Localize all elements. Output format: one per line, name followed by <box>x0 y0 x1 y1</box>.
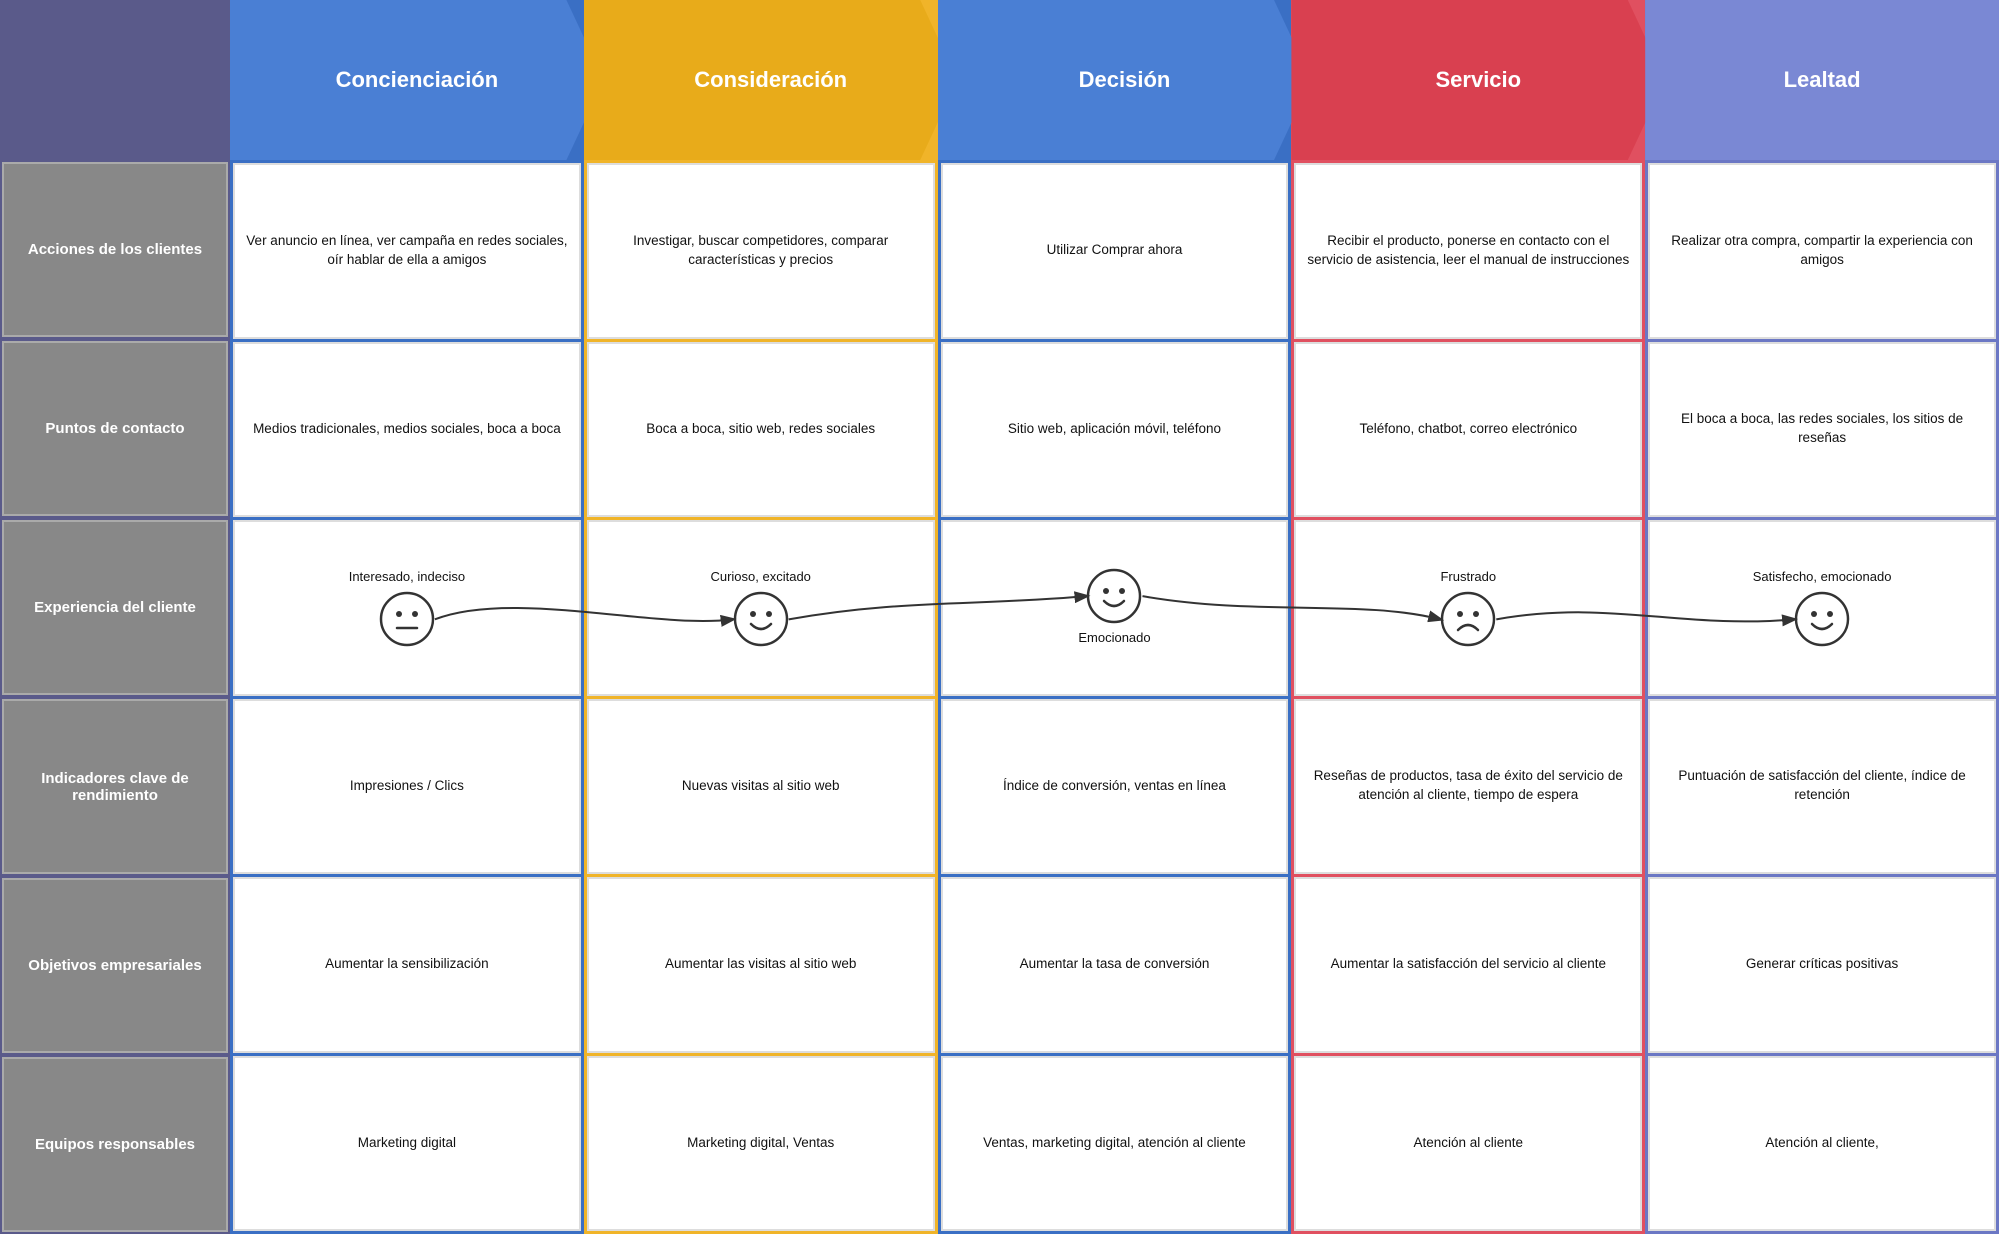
stage-body-consideracion: Investigar, buscar competidores, compara… <box>584 160 938 1234</box>
stage-body-decision: Utilizar Comprar ahora Sitio web, aplica… <box>938 160 1292 1234</box>
objetivos-lealtad: Generar críticas positivas <box>1648 877 1996 1053</box>
stage-header-concienciacion: Concienciación <box>230 0 604 160</box>
acciones-servicio: Recibir el producto, ponerse en contacto… <box>1294 163 1642 339</box>
acciones-decision: Utilizar Comprar ahora <box>941 163 1289 339</box>
smiley-happy-consideracion <box>733 591 789 647</box>
puntos-decision: Sitio web, aplicación móvil, teléfono <box>941 342 1289 518</box>
emotion-decision: Emocionado <box>941 520 1289 696</box>
emotion-concienciacion: Interesado, indeciso <box>233 520 581 696</box>
stage-body-concienciacion: Ver anuncio en línea, ver campaña en red… <box>230 160 584 1234</box>
puntos-lealtad: El boca a boca, las redes sociales, los … <box>1648 342 1996 518</box>
stage-body-servicio: Recibir el producto, ponerse en contacto… <box>1291 160 1645 1234</box>
indicadores-servicio: Reseñas de productos, tasa de éxito del … <box>1294 699 1642 875</box>
label-puntos: Puntos de contacto <box>2 341 228 516</box>
puntos-consideracion: Boca a boca, sitio web, redes sociales <box>587 342 935 518</box>
smiley-neutral-concienciacion <box>379 591 435 647</box>
acciones-consideracion: Investigar, buscar competidores, compara… <box>587 163 935 339</box>
equipos-decision: Ventas, marketing digital, atención al c… <box>941 1056 1289 1232</box>
label-indicadores: Indicadores clave de rendimiento <box>2 699 228 874</box>
stage-body-lealtad: Realizar otra compra, compartir la exper… <box>1645 160 1999 1234</box>
emotion-consideracion: Curioso, excitado <box>587 520 935 696</box>
equipos-consideracion: Marketing digital, Ventas <box>587 1056 935 1232</box>
emotion-servicio: Frustrado <box>1294 520 1642 696</box>
stage-header-servicio: Servicio <box>1291 0 1665 160</box>
label-acciones: Acciones de los clientes <box>2 162 228 337</box>
stage-lealtad: Lealtad Realizar otra compra, compartir … <box>1645 0 1999 1234</box>
label-equipos: Equipos responsables <box>2 1057 228 1232</box>
indicadores-concienciacion: Impresiones / Clics <box>233 699 581 875</box>
objetivos-concienciacion: Aumentar la sensibilización <box>233 877 581 1053</box>
header-spacer <box>0 0 230 160</box>
objetivos-decision: Aumentar la tasa de conversión <box>941 877 1289 1053</box>
objetivos-servicio: Aumentar la satisfacción del servicio al… <box>1294 877 1642 1053</box>
smiley-happy-lealtad <box>1794 591 1850 647</box>
acciones-lealtad: Realizar otra compra, compartir la exper… <box>1648 163 1996 339</box>
puntos-concienciacion: Medios tradicionales, medios sociales, b… <box>233 342 581 518</box>
stage-header-lealtad: Lealtad <box>1645 0 1999 160</box>
main-container: Acciones de los clientes Puntos de conta… <box>0 0 1999 1234</box>
label-experiencia: Experiencia del cliente <box>2 520 228 695</box>
stage-consideracion: Consideración Investigar, buscar competi… <box>584 0 938 1234</box>
stage-concienciacion: Concienciación Ver anuncio en línea, ver… <box>230 0 584 1234</box>
smiley-happy-decision <box>1086 568 1142 624</box>
indicadores-decision: Índice de conversión, ventas en línea <box>941 699 1289 875</box>
stage-header-consideracion: Consideración <box>584 0 958 160</box>
equipos-servicio: Atención al cliente <box>1294 1056 1642 1232</box>
emotion-lealtad: Satisfecho, emocionado <box>1648 520 1996 696</box>
stage-decision: Decisión Utilizar Comprar ahora Sitio we… <box>938 0 1292 1234</box>
stage-header-decision: Decisión <box>938 0 1312 160</box>
indicadores-consideracion: Nuevas visitas al sitio web <box>587 699 935 875</box>
puntos-servicio: Teléfono, chatbot, correo electrónico <box>1294 342 1642 518</box>
label-column: Acciones de los clientes Puntos de conta… <box>0 0 230 1234</box>
objetivos-consideracion: Aumentar las visitas al sitio web <box>587 877 935 1053</box>
smiley-sad-servicio <box>1440 591 1496 647</box>
equipos-concienciacion: Marketing digital <box>233 1056 581 1232</box>
acciones-concienciacion: Ver anuncio en línea, ver campaña en red… <box>233 163 581 339</box>
label-objetivos: Objetivos empresariales <box>2 878 228 1053</box>
indicadores-lealtad: Puntuación de satisfacción del cliente, … <box>1648 699 1996 875</box>
stage-servicio: Servicio Recibir el producto, ponerse en… <box>1291 0 1645 1234</box>
equipos-lealtad: Atención al cliente, <box>1648 1056 1996 1232</box>
